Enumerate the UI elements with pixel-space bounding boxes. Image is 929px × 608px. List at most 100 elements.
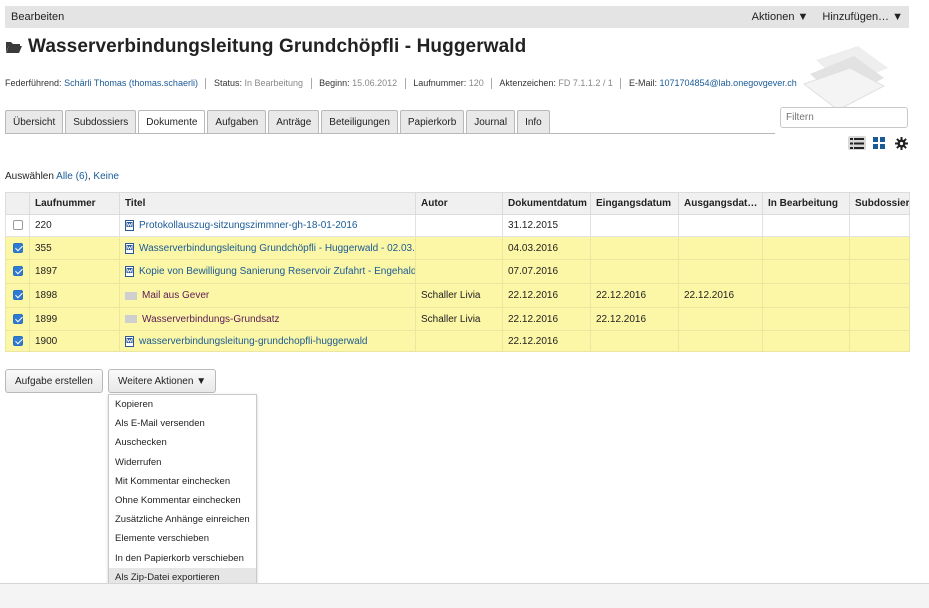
page-title: Wasserverbindungsleitung Grundchöpfli - …	[28, 36, 527, 57]
cell-document-date: 07.07.2016	[502, 259, 591, 284]
select-all-link[interactable]: Alle (6)	[56, 171, 88, 182]
file-label: Aktenzeichen:	[499, 78, 556, 88]
menu-item[interactable]: Auschecken	[109, 433, 256, 452]
table-row[interactable]: 1899 Wasserverbindungs-Grundsatz Schaller …	[5, 307, 910, 331]
table-row[interactable]: 355 Wasserverbindungsleitung Grundchöpfli…	[5, 236, 910, 260]
document-link[interactable]: wasserverbindungsleitung-grundchopfli-hu…	[139, 336, 367, 347]
row-select-cell	[5, 283, 30, 308]
tab-subdossiers[interactable]: Subdossiers	[65, 110, 137, 133]
menu-item[interactable]: In den Papierkorb verschieben	[109, 549, 256, 568]
column-header[interactable]: Autor	[415, 192, 503, 215]
document-link[interactable]: Wasserverbindungsleitung Grundchöpfli - …	[139, 243, 415, 254]
view-switcher	[848, 136, 910, 150]
row-checkbox[interactable]	[12, 242, 23, 253]
column-header[interactable]: Subdossier	[849, 192, 910, 215]
lead-link[interactable]: Schärli Thomas (thomas.schaerli)	[64, 78, 198, 88]
cell-number: 1899	[29, 307, 120, 331]
menu-item[interactable]: Widerrufen	[109, 453, 256, 472]
menu-item[interactable]: Mit Kommentar einchecken	[109, 472, 256, 491]
table-row[interactable]: 1898 Mail aus Gever Schaller Livia 22.12.20…	[5, 283, 910, 308]
tab-papierkorb[interactable]: Papierkorb	[399, 110, 465, 133]
cell-title: Kopie von Bewilligung Sanierung Reservoi…	[119, 259, 416, 284]
tab-info[interactable]: Info	[517, 110, 550, 133]
cell-title: Wasserverbindungs-Grundsatz	[119, 307, 416, 331]
list-view-icon[interactable]	[848, 136, 866, 150]
action-bar-right: Aktionen ▼ Hinzufügen… ▼	[752, 11, 903, 23]
tab-aufgaben[interactable]: Aufgaben	[207, 110, 267, 133]
divider	[404, 78, 406, 90]
more-actions-button[interactable]: Weitere Aktionen ▼	[108, 369, 217, 393]
divider	[620, 78, 622, 90]
add-menu[interactable]: Hinzufügen… ▼	[822, 11, 903, 23]
menu-item[interactable]: Elemente verschieben	[109, 529, 256, 548]
cell-author	[415, 214, 503, 237]
word-document-icon	[125, 266, 134, 277]
tab-journal[interactable]: Journal	[466, 110, 516, 133]
table-row[interactable]: 220 Protokollauszug-sitzungszimmner-gh-18…	[5, 214, 910, 237]
word-document-icon	[125, 242, 134, 254]
word-document-icon	[125, 220, 134, 231]
column-header[interactable]: Ausgangsdat…	[678, 192, 763, 215]
menu-item[interactable]: Zusätzliche Anhänge einreichen	[109, 510, 256, 529]
column-header[interactable]: Eingangsdatum	[590, 192, 679, 215]
folder-open-icon	[5, 40, 23, 54]
tab-übersicht[interactable]: Übersicht	[5, 110, 64, 133]
menu-item[interactable]: Als E-Mail versenden	[109, 414, 256, 433]
lead-label: Federführend:	[5, 78, 62, 88]
cell-incoming-date: 22.12.2016	[590, 307, 679, 331]
document-link[interactable]: Wasserverbindungs-Grundsatz	[142, 314, 279, 325]
cell-outgoing-date	[678, 330, 763, 352]
status-label: Status:	[213, 78, 242, 88]
grid-view-icon[interactable]	[870, 136, 888, 150]
begin-value: 15.06.2012	[352, 78, 398, 88]
cell-document-date: 22.12.2016	[502, 283, 591, 308]
tab-dokumente[interactable]: Dokumente	[138, 110, 206, 134]
tab-beteiligungen[interactable]: Beteiligungen	[321, 110, 398, 133]
cell-outgoing-date	[678, 259, 763, 284]
row-checkbox[interactable]	[12, 220, 23, 231]
email-link[interactable]: 1071704854@lab.onegovgever.ch	[659, 78, 796, 88]
table-row[interactable]: 1900 wasserverbindungsleitung-grundchopfl…	[5, 330, 910, 352]
document-link[interactable]: Protokollauszug-sitzungszimmner-gh-18-01…	[139, 220, 357, 231]
cell-document-date: 04.03.2016	[502, 236, 591, 260]
begin-label: Beginn:	[319, 78, 350, 88]
menu-item[interactable]: Ohne Kommentar einchecken	[109, 491, 256, 510]
filter-input[interactable]	[780, 107, 908, 128]
documents-table: Laufnummer Titel Autor Dokumentdatum Eingang…	[5, 192, 910, 352]
select-none-link[interactable]: Keine	[93, 171, 119, 182]
edit-menu[interactable]: Bearbeiten	[11, 11, 64, 23]
footer	[0, 584, 929, 608]
cell-title: Mail aus Gever	[119, 283, 416, 308]
row-checkbox[interactable]	[12, 266, 23, 277]
column-header[interactable]: Dokumentdatum	[502, 192, 591, 215]
row-checkbox[interactable]	[12, 335, 23, 346]
divider	[205, 78, 207, 90]
cell-number: 1898	[29, 283, 120, 308]
column-header[interactable]: Titel	[119, 192, 416, 215]
column-header[interactable]: In Bearbeitung	[762, 192, 850, 215]
more-actions-menu: Kopieren Als E-Mail versenden Auschecken Wi…	[108, 394, 257, 608]
table-row[interactable]: 1897 Kopie von Bewilligung Sanierung Rese…	[5, 259, 910, 284]
tab-anträge[interactable]: Anträge	[268, 110, 320, 133]
cell-in-progress	[762, 236, 850, 260]
cell-author: Schaller Livia	[415, 283, 503, 308]
document-link[interactable]: Kopie von Bewilligung Sanierung Reservoi…	[139, 266, 415, 277]
row-select-cell	[5, 259, 30, 284]
create-task-button[interactable]: Aufgabe erstellen	[5, 369, 103, 393]
cell-document-date: 31.12.2015	[502, 214, 591, 237]
row-checkbox[interactable]	[12, 290, 23, 301]
cell-document-date: 22.12.2016	[502, 307, 591, 331]
gear-icon[interactable]	[892, 136, 910, 150]
cell-number: 355	[29, 236, 120, 260]
cell-author	[415, 259, 503, 284]
cell-outgoing-date	[678, 236, 763, 260]
menu-item[interactable]: Kopieren	[109, 395, 256, 414]
cell-outgoing-date	[678, 214, 763, 237]
cell-subdossier	[849, 283, 910, 308]
cell-subdossier	[849, 236, 910, 260]
document-link[interactable]: Mail aus Gever	[142, 290, 209, 301]
actions-menu[interactable]: Aktionen ▼	[752, 11, 809, 23]
row-checkbox[interactable]	[12, 313, 23, 324]
cell-in-progress	[762, 330, 850, 352]
column-header[interactable]: Laufnummer	[29, 192, 120, 215]
